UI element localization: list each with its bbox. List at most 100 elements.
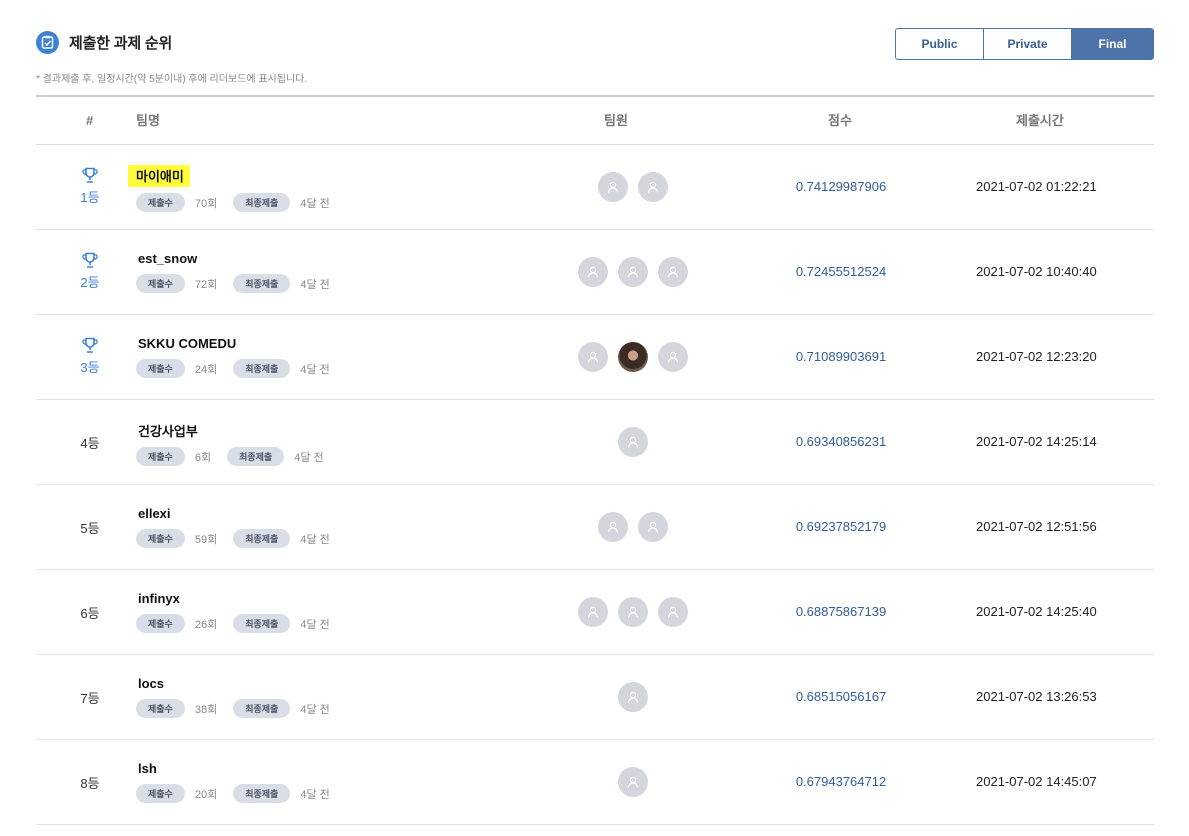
score-value: 0.72455512524 xyxy=(795,264,887,279)
user-avatar-icon[interactable] xyxy=(638,512,668,542)
team-name[interactable]: 건강사업부 xyxy=(136,420,200,441)
team-name[interactable]: SKKU COMEDU xyxy=(136,335,238,352)
submissions-badge: 제출수 xyxy=(136,529,185,548)
rank-cell: 5등 xyxy=(70,518,110,537)
rank-cell: 8등 xyxy=(70,773,110,792)
score-value: 0.67943764712 xyxy=(795,774,887,789)
team-name[interactable]: infinyx xyxy=(136,590,182,607)
table-row[interactable]: 7등 locs 제출수 38회 최종제출 4달 전 0.68515056167 … xyxy=(36,655,1154,740)
submission-count: 6회 xyxy=(194,451,212,464)
last-submission-ago: 4달 전 xyxy=(300,278,330,291)
score-value: 0.74129987906 xyxy=(795,179,887,194)
submission-count: 59회 xyxy=(194,533,218,546)
team-name[interactable]: ellexi xyxy=(136,505,173,522)
tab-final[interactable]: Final xyxy=(1072,29,1153,59)
table-row[interactable]: 3등 SKKU COMEDU 제출수 24회 최종제출 4달 전 0.71089… xyxy=(36,315,1154,400)
rank-cell: 4등 xyxy=(70,433,110,452)
rank-label: 2등 xyxy=(80,275,100,290)
submission-time: 2021-07-02 12:23:20 xyxy=(976,349,1097,364)
last-submission-ago: 4달 전 xyxy=(300,533,330,546)
submission-time: 2021-07-02 01:22:21 xyxy=(976,179,1097,194)
score-value: 0.71089903691 xyxy=(795,349,887,364)
submission-time: 2021-07-02 12:51:56 xyxy=(976,519,1097,534)
team-name[interactable]: 마이애미 xyxy=(128,165,190,187)
member-avatar-photo[interactable] xyxy=(618,342,648,372)
submission-time: 2021-07-02 13:26:53 xyxy=(976,689,1097,704)
table-row[interactable]: 4등 건강사업부 제출수 6회 최종제출 4달 전 0.69340856231 … xyxy=(36,400,1154,485)
members-cell xyxy=(558,682,708,712)
rank-label: 4등 xyxy=(80,436,100,451)
team-cell: SKKU COMEDU 제출수 24회 최종제출 4달 전 xyxy=(136,335,330,378)
last-submission-ago: 4달 전 xyxy=(294,451,324,464)
user-avatar-icon[interactable] xyxy=(658,257,688,287)
page-title: 제출한 과제 순위 xyxy=(69,34,173,52)
user-avatar-icon[interactable] xyxy=(618,257,648,287)
trophy-icon xyxy=(70,337,110,355)
column-header-score: 점수 xyxy=(828,113,852,128)
user-avatar-icon[interactable] xyxy=(618,597,648,627)
last-submission-ago: 4달 전 xyxy=(300,788,330,801)
user-avatar-icon[interactable] xyxy=(618,427,648,457)
user-avatar-icon[interactable] xyxy=(618,767,648,797)
clipboard-check-icon xyxy=(36,30,59,54)
rank-label: 5등 xyxy=(80,521,100,536)
team-cell: est_snow 제출수 72회 최종제출 4달 전 xyxy=(136,250,330,293)
tab-private[interactable]: Private xyxy=(984,29,1072,59)
team-name[interactable]: locs xyxy=(136,675,166,692)
submission-count: 20회 xyxy=(194,788,218,801)
members-cell xyxy=(558,597,708,627)
team-meta: 제출수 59회 최종제출 4달 전 xyxy=(136,529,330,548)
rank-cell: 2등 xyxy=(70,252,110,291)
submission-time: 2021-07-02 14:45:07 xyxy=(976,774,1097,789)
title-wrap: 제출한 과제 순위 xyxy=(36,30,172,54)
submissions-badge: 제출수 xyxy=(136,614,185,633)
leaderboard-table: # 팀명 팀원 점수 제출시간 1등 마이애미 제출수 70회 최종제출 4달 … xyxy=(36,95,1154,825)
table-row[interactable]: 6등 infinyx 제출수 26회 최종제출 4달 전 0.688758671… xyxy=(36,570,1154,655)
submission-count: 72회 xyxy=(194,278,218,291)
submission-count: 26회 xyxy=(194,618,218,631)
user-avatar-icon[interactable] xyxy=(578,597,608,627)
members-cell xyxy=(558,427,708,457)
last-submission-badge: 최종제출 xyxy=(233,359,291,378)
submissions-badge: 제출수 xyxy=(136,447,185,466)
table-row[interactable]: 8등 lsh 제출수 20회 최종제출 4달 전 0.67943764712 2… xyxy=(36,740,1154,825)
last-submission-badge: 최종제출 xyxy=(233,274,291,293)
submission-time: 2021-07-02 10:40:40 xyxy=(976,264,1097,279)
score-value: 0.69340856231 xyxy=(795,434,887,449)
table-row[interactable]: 2등 est_snow 제출수 72회 최종제출 4달 전 0.72455512… xyxy=(36,230,1154,315)
user-avatar-icon[interactable] xyxy=(598,512,628,542)
trophy-icon xyxy=(70,252,110,270)
submission-time: 2021-07-02 14:25:14 xyxy=(976,434,1097,449)
user-avatar-icon[interactable] xyxy=(598,172,628,202)
user-avatar-icon[interactable] xyxy=(578,342,608,372)
column-header-rank: # xyxy=(86,113,94,128)
user-avatar-icon[interactable] xyxy=(658,597,688,627)
team-cell: locs 제출수 38회 최종제출 4달 전 xyxy=(136,675,330,718)
table-row[interactable]: 5등 ellexi 제출수 59회 최종제출 4달 전 0.6923785217… xyxy=(36,485,1154,570)
leaderboard-header: 제출한 과제 순위 * 결과제출 후, 일정시간(약 5분이내) 후에 리더보드… xyxy=(36,28,1154,90)
rank-cell: 3등 xyxy=(70,337,110,376)
team-meta: 제출수 70회 최종제출 4달 전 xyxy=(136,193,330,212)
user-avatar-icon[interactable] xyxy=(658,342,688,372)
rank-label: 3등 xyxy=(80,360,100,375)
user-avatar-icon[interactable] xyxy=(578,257,608,287)
score-value: 0.68515056167 xyxy=(795,689,887,704)
tab-public[interactable]: Public xyxy=(896,29,984,59)
score-value: 0.69237852179 xyxy=(795,519,887,534)
user-avatar-icon[interactable] xyxy=(618,682,648,712)
submissions-badge: 제출수 xyxy=(136,193,185,212)
table-row[interactable]: 1등 마이애미 제출수 70회 최종제출 4달 전 0.74129987906 … xyxy=(36,145,1154,230)
trophy-icon xyxy=(70,167,110,185)
last-submission-ago: 4달 전 xyxy=(300,197,330,210)
members-cell xyxy=(558,767,708,797)
team-meta: 제출수 26회 최종제출 4달 전 xyxy=(136,614,330,633)
team-meta: 제출수 72회 최종제출 4달 전 xyxy=(136,274,330,293)
members-cell xyxy=(558,257,708,287)
team-name[interactable]: est_snow xyxy=(136,250,199,267)
team-cell: 마이애미 제출수 70회 최종제출 4달 전 xyxy=(128,165,330,212)
team-name[interactable]: lsh xyxy=(136,760,159,777)
last-submission-badge: 최종제출 xyxy=(227,447,285,466)
rank-cell: 1등 xyxy=(70,167,110,206)
last-submission-badge: 최종제출 xyxy=(233,614,291,633)
user-avatar-icon[interactable] xyxy=(638,172,668,202)
